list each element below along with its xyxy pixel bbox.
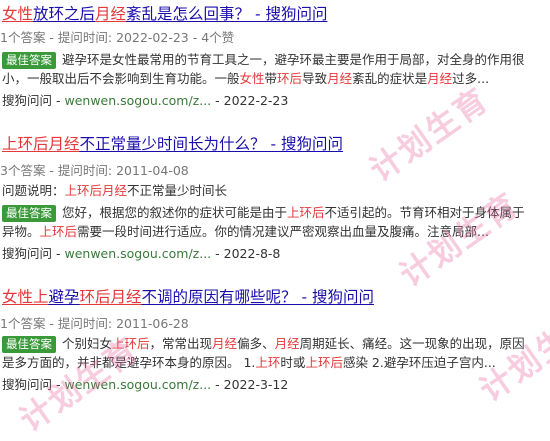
highlight-text: 月经 — [212, 336, 238, 351]
text-segment: 不正常量少时间长为什么？ - 搜狗问问 — [79, 135, 343, 153]
snippet-line-2: 异物。上环后需要一段时间进行适应。你的情况建议严密观察出血量及腹痛。注意局部..… — [2, 224, 489, 239]
snippet-line-1: 个别妇女上环后，常常出现月经偏多、月经周期延长、痛经。这一现象的出现，原因 — [62, 336, 525, 351]
highlight-text: 女性 — [2, 5, 34, 23]
text-segment: 需要一段时间进行适应。你的情况建议严密观察出血量及腹痛。注意局部... — [77, 224, 489, 239]
result-source[interactable]: 搜狗问问 - wenwen.sogou.com/z... - 2022-3-12 — [2, 377, 288, 393]
text-segment: 过多... — [452, 71, 490, 86]
highlight-text: 上环后月经 — [64, 183, 128, 198]
snippet-line-2: 是多方面的，并非都是避孕环本身的原因。 1.上环时或上环后感染 2.避孕环压迫子… — [2, 355, 496, 370]
source-name: 搜狗问问 — [2, 93, 53, 108]
source-url: wenwen.sogou.com/z... — [64, 377, 212, 392]
text-segment: 不适引起的。节育环相对于身体属于 — [324, 205, 525, 220]
result-title-link[interactable]: 女性放环之后月经紊乱是怎么回事？ - 搜狗问问 — [2, 4, 328, 24]
text-segment: ，常常出现 — [149, 336, 213, 351]
best-answer-badge: 最佳答案 — [2, 52, 56, 69]
highlight-text: 上环后 — [305, 355, 343, 370]
source-date: 2022-2-23 — [223, 93, 289, 108]
source-url: wenwen.sogou.com/z... — [64, 93, 212, 108]
text-segment: 周期延长、痛经。这一现象的出现，原因 — [299, 336, 525, 351]
text-segment: 偏多、 — [237, 336, 275, 351]
result-snippet: 最佳答案 个别妇女上环后，常常出现月经偏多、月经周期延长、痛经。这一现象的出现，原… — [2, 334, 546, 372]
highlight-text: 环后月经 — [79, 288, 142, 306]
text-segment: 时或 — [280, 355, 306, 370]
result-snippet: 最佳答案 避孕环是女性最常用的节育工具之一，避孕环最主要是作用于局部，对全身的作用… — [2, 50, 546, 88]
source-date: 2022-8-8 — [223, 246, 281, 261]
highlight-text: 上环 — [255, 355, 281, 370]
text-segment: 导致 — [302, 71, 328, 86]
text-segment: 避孕环是女性最常用的节育工具之一，避孕环最主要是作用于局部，对全身的作用很 — [62, 52, 525, 67]
text-segment: 异物。 — [2, 224, 40, 239]
highlight-text: 环后 — [277, 71, 303, 86]
best-answer-badge: 最佳答案 — [2, 205, 56, 222]
snippet-line-2: 小，一般取出后不会影响到生育功能。一般女性带环后导致月经紊乱的症状是月经过多..… — [2, 71, 489, 86]
highlight-text: 上环后 — [39, 224, 78, 239]
source-name: 搜狗问问 — [2, 377, 53, 392]
highlight-text: 月经 — [95, 5, 127, 23]
text-segment: 放环之后 — [33, 5, 96, 23]
question-desc-label: 问题说明： — [2, 183, 65, 198]
text-segment: 不正常量少时间长 — [127, 183, 228, 198]
result-meta: 1个答案 - 提问时间: 2022-02-23 - 4个赞 — [0, 30, 235, 45]
highlight-text: 上环后 — [287, 205, 325, 220]
result-meta: 3个答案 - 提问时间: 2011-04-08 — [0, 163, 189, 178]
snippet-line-1: 您好，根据您的叙述你的症状可能是由于上环后不适引起的。节育环相对于身体属于 — [62, 205, 525, 220]
source-name: 搜狗问问 — [2, 246, 53, 261]
text-segment: 不调的原因有哪些呢？ - 搜狗问问 — [141, 288, 374, 306]
text-segment: 个别妇女 — [62, 336, 113, 351]
text-segment: 感染 2.避孕环压迫子宫内... — [342, 355, 496, 370]
result-source[interactable]: 搜狗问问 - wenwen.sogou.com/z... - 2022-2-23 — [2, 93, 288, 109]
question-desc-text: 上环后月经不正常量少时间长 — [65, 183, 228, 198]
snippet-line-1: 避孕环是女性最常用的节育工具之一，避孕环最主要是作用于局部，对全身的作用很 — [62, 52, 525, 67]
result-meta: 1个答案 - 提问时间: 2011-06-28 — [0, 316, 189, 331]
highlight-text: 月经 — [427, 71, 453, 86]
text-segment: 带 — [264, 71, 278, 86]
highlight-text: 上环后 — [112, 336, 150, 351]
highlight-text: 月经 — [274, 336, 300, 351]
text-segment: 您好，根据您的叙述你的症状可能是由于 — [62, 205, 288, 220]
watermark: 计划生育 — [362, 80, 496, 190]
question-description: 问题说明：上环后月经不正常量少时间长 — [2, 183, 227, 199]
result-title-link[interactable]: 女性上避孕环后月经不调的原因有哪些呢？ - 搜狗问问 — [2, 287, 374, 307]
highlight-text: 上环后月经 — [2, 135, 80, 153]
highlight-text: 女性 — [239, 71, 265, 86]
text-segment: 避孕 — [48, 288, 80, 306]
best-answer-badge: 最佳答案 — [2, 336, 56, 353]
result-source[interactable]: 搜狗问问 - wenwen.sogou.com/z... - 2022-8-8 — [2, 246, 280, 262]
text-segment: 小，一般取出后不会影响到生育功能。一般 — [2, 71, 240, 86]
result-title-link[interactable]: 上环后月经不正常量少时间长为什么？ - 搜狗问问 — [2, 134, 343, 154]
text-segment: 是多方面的，并非都是避孕环本身的原因。 1. — [2, 355, 256, 370]
highlight-text: 月经 — [327, 71, 353, 86]
highlight-text: 女性上 — [2, 288, 49, 306]
text-segment: 紊乱的症状是 — [352, 71, 428, 86]
source-date: 2022-3-12 — [223, 377, 289, 392]
text-segment: 紊乱是怎么回事？ - 搜狗问问 — [126, 5, 328, 23]
source-url: wenwen.sogou.com/z... — [64, 246, 212, 261]
result-snippet: 最佳答案 您好，根据您的叙述你的症状可能是由于上环后不适引起的。节育环相对于身体属… — [2, 203, 546, 241]
